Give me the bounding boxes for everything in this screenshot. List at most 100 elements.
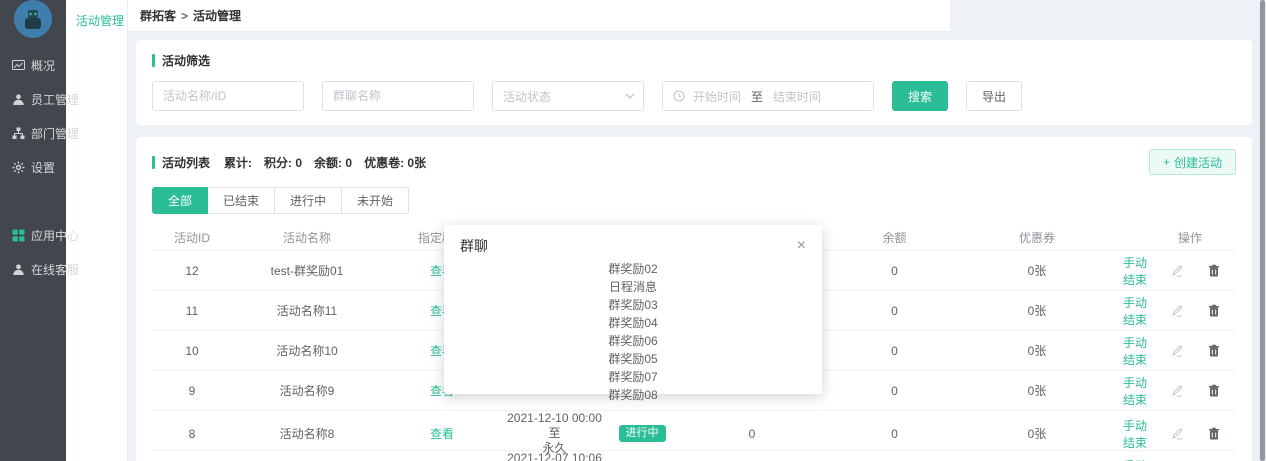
scrollbar[interactable] xyxy=(1259,0,1266,461)
cell-balance: 0 xyxy=(827,384,962,398)
status-tabs: 全部 已结束 进行中 未开始 xyxy=(152,187,1236,214)
tab-all[interactable]: 全部 xyxy=(152,187,208,214)
filter-panel: 活动筛选 活动状态 开始时间 至 结束时间 搜索 导出 xyxy=(136,40,1252,125)
manual-end-link[interactable]: 手动结束 xyxy=(1112,334,1147,368)
sidebar-item-settings[interactable]: 设置 xyxy=(0,150,66,184)
cell-balance: 0 xyxy=(827,264,962,278)
manual-end-link[interactable]: 手动结束 xyxy=(1112,294,1147,328)
avatar[interactable] xyxy=(14,0,52,38)
delete-icon[interactable] xyxy=(1208,304,1220,318)
group-list-item: 群奖励07 xyxy=(444,368,822,386)
cell-activity-name: 活动名称8 xyxy=(232,425,382,442)
search-button[interactable]: 搜索 xyxy=(892,81,948,111)
list-header: 活动列表 累计: 积分: 0 余额: 0 优惠卷: 0张 + 创建活动 xyxy=(152,149,1236,175)
filter-row: 活动状态 开始时间 至 结束时间 搜索 导出 xyxy=(152,81,1236,111)
delete-icon[interactable] xyxy=(1208,427,1220,441)
sidebar-item-online-service[interactable]: 在线客服 xyxy=(0,252,66,286)
edit-icon[interactable] xyxy=(1171,384,1184,398)
tab-ongoing[interactable]: 进行中 xyxy=(274,187,342,214)
tab-not-started[interactable]: 未开始 xyxy=(341,187,409,214)
view-groups-link[interactable]: 查看 xyxy=(430,427,454,441)
dialog-title: 群聊 xyxy=(460,236,488,256)
create-activity-button[interactable]: + 创建活动 xyxy=(1149,149,1236,175)
delete-icon[interactable] xyxy=(1208,264,1220,278)
export-button[interactable]: 导出 xyxy=(966,81,1022,111)
cell-coupons: 0张 xyxy=(962,425,1112,442)
cell-coupons: 0张 xyxy=(962,382,1112,399)
employee-icon xyxy=(11,92,25,106)
sidebar-item-employees[interactable]: 员工管理 xyxy=(0,82,66,116)
activity-name-input[interactable] xyxy=(152,81,304,111)
breadcrumb: 群拓客 > 活动管理 xyxy=(128,0,950,32)
status-badge: 进行中 xyxy=(619,425,666,442)
col-actions: 操作 xyxy=(1112,229,1236,246)
cell-activity-name: 活动名称11 xyxy=(232,302,382,319)
breadcrumb-separator: > xyxy=(181,9,188,23)
delete-icon[interactable] xyxy=(1208,384,1220,398)
cell-activity-name: 活动名称9 xyxy=(232,382,382,399)
col-balance: 余额 xyxy=(827,229,962,246)
section-accent-bar xyxy=(152,54,155,67)
chevron-down-icon xyxy=(625,93,635,99)
list-section-title: 活动列表 xyxy=(152,154,210,171)
app-root: 概况 员工管理 部门管理 设置 xyxy=(0,0,1266,461)
group-name-input[interactable] xyxy=(322,81,474,111)
group-list-item: 群奖励02 xyxy=(444,260,822,278)
breadcrumb-current: 活动管理 xyxy=(193,7,241,24)
table-row: 7 活动名称7 查看 2021-12-07 10:06 至永久 进行中 0 0 … xyxy=(152,450,1236,461)
logo-icon xyxy=(14,0,52,38)
manual-end-link[interactable]: 手动结束 xyxy=(1112,254,1147,288)
sidebar-item-label: 概况 xyxy=(31,57,55,74)
edit-icon[interactable] xyxy=(1171,427,1184,441)
breadcrumb-root[interactable]: 群拓客 xyxy=(140,7,176,24)
group-chat-dialog: 群聊 × 群奖励02 日程消息 群奖励03 群奖励04 群奖励06 群奖励05 … xyxy=(444,225,822,394)
sidebar-item-overview[interactable]: 概况 xyxy=(0,48,66,82)
edit-icon[interactable] xyxy=(1171,344,1184,358)
dialog-body: 群奖励02 日程消息 群奖励03 群奖励04 群奖励06 群奖励05 群奖励07… xyxy=(444,260,822,404)
tab-ended[interactable]: 已结束 xyxy=(207,187,275,214)
clock-icon xyxy=(673,90,685,102)
sidebar-item-label: 在线客服 xyxy=(31,261,79,278)
close-icon[interactable]: × xyxy=(797,239,806,253)
sidebar-item-label: 应用中心 xyxy=(31,227,79,244)
sidebar-item-app-center[interactable]: 应用中心 xyxy=(0,218,66,252)
status-select-placeholder: 活动状态 xyxy=(503,88,551,105)
col-coupons: 优惠券 xyxy=(962,229,1112,246)
cell-activity-id: 8 xyxy=(152,427,232,441)
dashboard-icon xyxy=(11,58,25,72)
summary-balance: 余额: 0 xyxy=(314,154,352,171)
date-range-picker[interactable]: 开始时间 至 结束时间 xyxy=(662,81,874,111)
cell-coupons: 0张 xyxy=(962,342,1112,359)
sidebar-item-activity-management[interactable]: 活动管理 xyxy=(66,12,127,30)
edit-icon[interactable] xyxy=(1171,304,1184,318)
cell-activity-name: 活动名称10 xyxy=(232,342,382,359)
scrollbar-thumb[interactable] xyxy=(1260,0,1265,461)
date-range-to-label: 至 xyxy=(751,88,763,105)
manual-end-link[interactable]: 手动结束 xyxy=(1112,457,1147,461)
list-title: 活动列表 xyxy=(162,154,210,171)
col-activity-name: 活动名称 xyxy=(232,229,382,246)
group-list-item: 群奖励06 xyxy=(444,332,822,350)
sidebar-item-departments[interactable]: 部门管理 xyxy=(0,116,66,150)
cell-balance: 0 xyxy=(827,344,962,358)
group-list-item: 群奖励03 xyxy=(444,296,822,314)
summary-prefix: 累计: xyxy=(224,154,252,171)
activity-status-select[interactable]: 活动状态 xyxy=(492,81,644,111)
cell-activity-id: 10 xyxy=(152,344,232,358)
group-list-item: 日程消息 xyxy=(444,278,822,296)
manual-end-link[interactable]: 手动结束 xyxy=(1112,417,1147,451)
department-icon xyxy=(11,126,25,140)
summary-coupons: 优惠卷: 0张 xyxy=(364,154,426,171)
delete-icon[interactable] xyxy=(1208,344,1220,358)
sidebar-item-label: 员工管理 xyxy=(31,91,79,108)
edit-icon[interactable] xyxy=(1171,264,1184,278)
sidebar-item-label: 部门管理 xyxy=(31,125,79,142)
start-time-placeholder: 开始时间 xyxy=(693,88,741,105)
cell-balance: 0 xyxy=(827,427,962,441)
primary-sidebar: 概况 员工管理 部门管理 设置 xyxy=(0,0,66,461)
end-time-placeholder: 结束时间 xyxy=(773,88,821,105)
col-activity-id: 活动ID xyxy=(152,229,232,246)
filter-title: 活动筛选 xyxy=(162,52,210,69)
cell-activity-time: 2021-12-10 00:00 至永久 xyxy=(502,411,607,456)
manual-end-link[interactable]: 手动结束 xyxy=(1112,374,1147,408)
